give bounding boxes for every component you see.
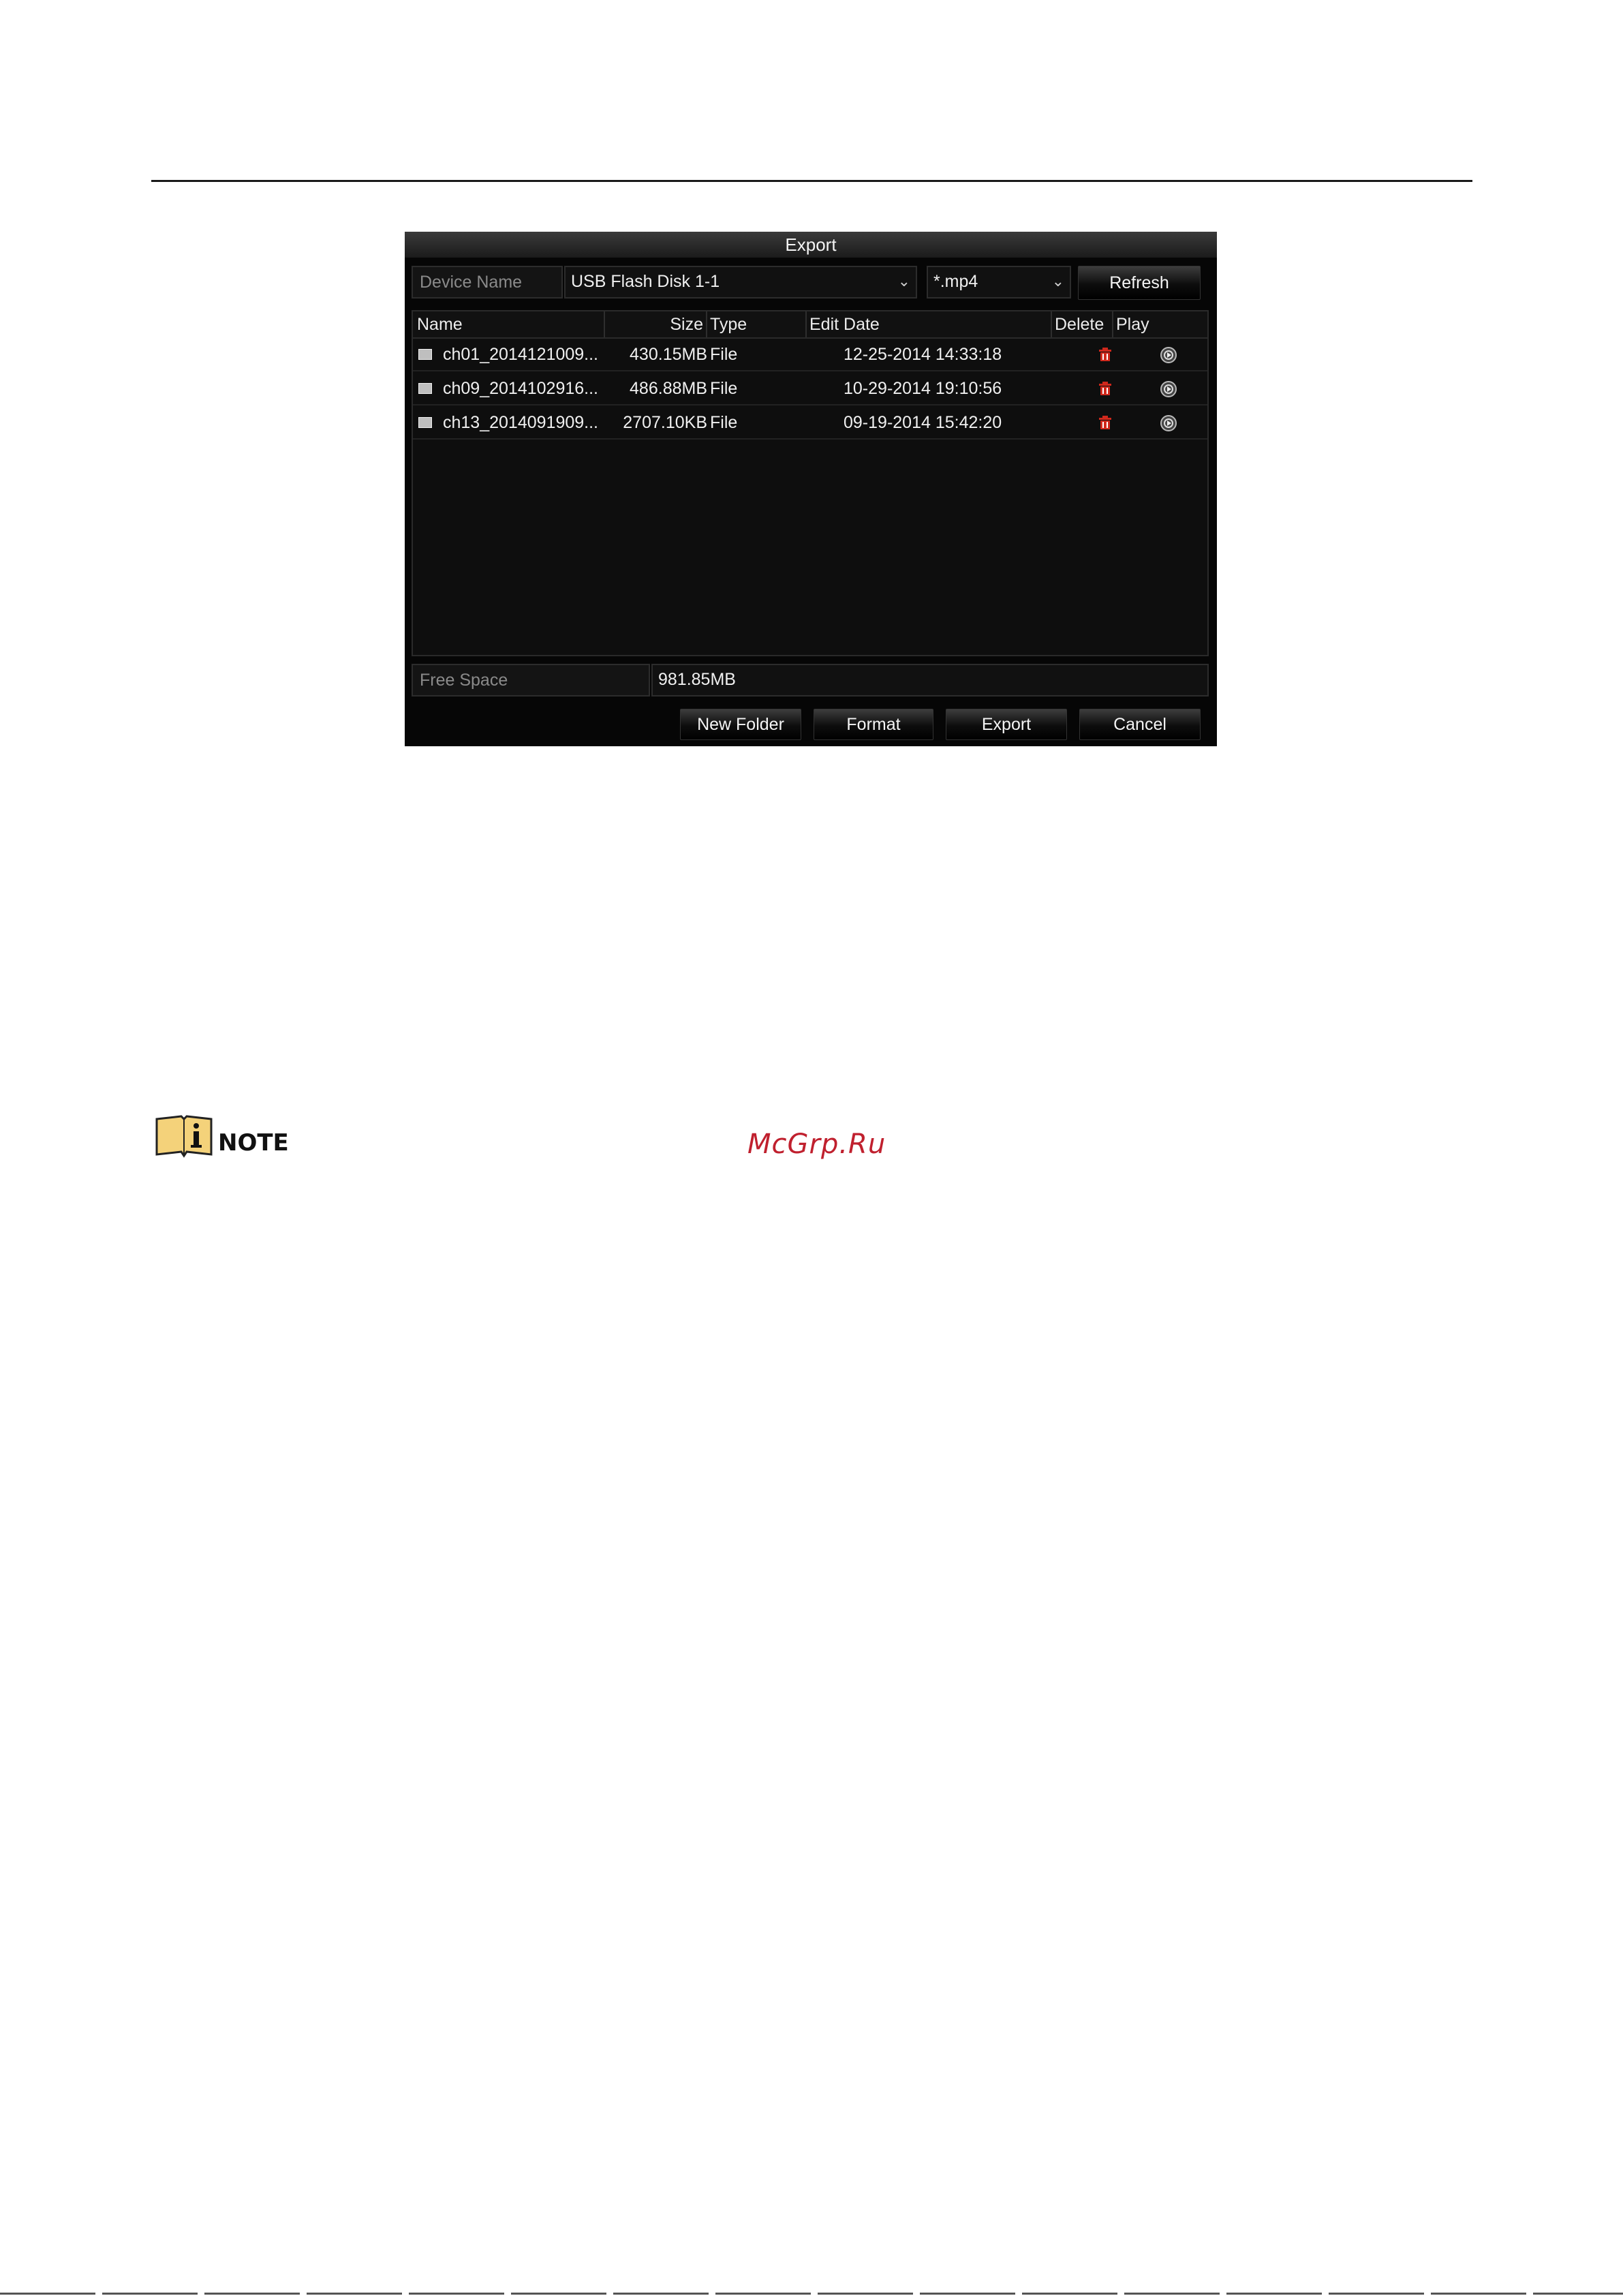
column-header-edit-date[interactable]: Edit Date [807, 311, 1051, 337]
chevron-down-icon: ⌄ [1051, 273, 1064, 290]
watermark-text: McGrp.Ru [747, 1129, 886, 1160]
table-row[interactable]: ch13_2014091909... 2707.10KB File 09-19-201… [413, 405, 1207, 440]
delete-icon[interactable] [1098, 415, 1112, 430]
cell-type: File [710, 379, 738, 398]
table-header: Name Size Type Edit Date Delete Play [413, 311, 1207, 339]
column-separator[interactable] [1112, 311, 1113, 337]
footer-rule [0, 2293, 1623, 2295]
file-type-select[interactable]: *.mp4 ⌄ [927, 266, 1071, 299]
cell-size: 486.88MB [630, 379, 707, 398]
cell-name: ch09_2014102916... [443, 379, 598, 398]
file-icon [418, 349, 432, 360]
table-row[interactable]: ch01_2014121009... 430.15MB File 12-25-2014… [413, 337, 1207, 371]
file-icon [418, 383, 432, 394]
new-folder-button[interactable]: New Folder [680, 709, 801, 740]
play-icon[interactable] [1160, 414, 1177, 432]
column-separator[interactable] [805, 311, 807, 337]
device-name-select[interactable]: USB Flash Disk 1-1 ⌄ [564, 266, 917, 299]
delete-icon[interactable] [1098, 347, 1112, 362]
cell-size: 430.15MB [630, 345, 707, 364]
column-separator[interactable] [1051, 311, 1052, 337]
cell-edit-date: 12-25-2014 14:33:18 [844, 345, 1002, 364]
play-icon[interactable] [1160, 380, 1177, 398]
format-button[interactable]: Format [814, 709, 933, 740]
note-label: NOTE [218, 1129, 289, 1157]
cell-type: File [710, 345, 738, 364]
device-name-value: USB Flash Disk 1-1 [571, 272, 720, 291]
cell-name: ch01_2014121009... [443, 345, 598, 364]
info-book-icon [155, 1115, 213, 1158]
cell-name: ch13_2014091909... [443, 413, 598, 432]
column-separator[interactable] [604, 311, 605, 337]
table-row[interactable]: ch09_2014102916... 486.88MB File 10-29-2014… [413, 371, 1207, 405]
file-icon [418, 417, 432, 428]
cancel-button[interactable]: Cancel [1079, 709, 1201, 740]
export-button[interactable]: Export [946, 709, 1067, 740]
cell-edit-date: 09-19-2014 15:42:20 [844, 413, 1002, 432]
column-header-delete[interactable]: Delete [1052, 311, 1113, 337]
column-header-name[interactable]: Name [414, 311, 604, 337]
cell-size: 2707.10KB [623, 413, 707, 432]
cell-edit-date: 10-29-2014 19:10:56 [844, 379, 1002, 398]
device-name-label: Device Name [412, 266, 563, 299]
column-separator[interactable] [706, 311, 707, 337]
header-rule [151, 180, 1472, 182]
free-space-value: 981.85MB [651, 664, 1209, 697]
export-dialog: Export Device Name USB Flash Disk 1-1 ⌄ … [405, 232, 1217, 746]
cell-type: File [710, 413, 738, 432]
file-table: Name Size Type Edit Date Delete Play ch01_2014… [412, 310, 1209, 656]
chevron-down-icon: ⌄ [897, 273, 910, 290]
column-header-type[interactable]: Type [707, 311, 804, 337]
column-header-size[interactable]: Size [605, 311, 706, 337]
column-header-play[interactable]: Play [1113, 311, 1175, 337]
dialog-title: Export [405, 232, 1217, 258]
delete-icon[interactable] [1098, 381, 1112, 396]
play-icon[interactable] [1160, 346, 1177, 364]
refresh-button[interactable]: Refresh [1078, 266, 1201, 300]
file-type-value: *.mp4 [933, 272, 978, 291]
free-space-label: Free Space [412, 664, 650, 697]
